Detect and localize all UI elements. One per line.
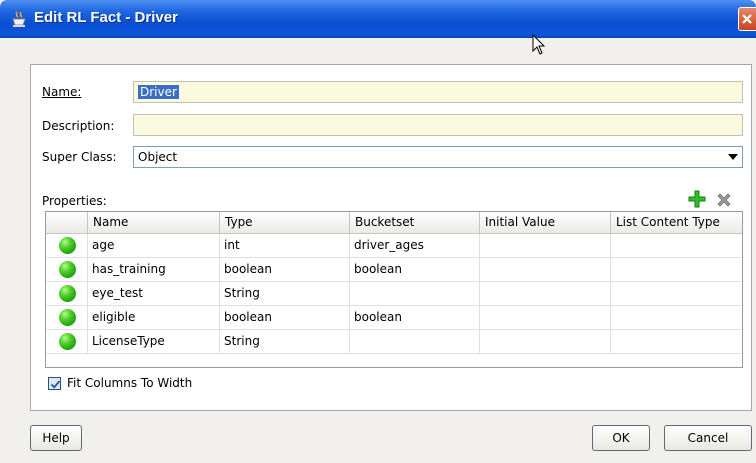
table-header: Name Type Bucketset Initial Value List C… — [46, 212, 742, 234]
cell-list-content-type[interactable] — [611, 234, 742, 258]
coffee-cup-icon — [10, 10, 28, 28]
cell-list-content-type[interactable] — [611, 330, 742, 354]
column-header-status — [46, 212, 88, 234]
column-header-type[interactable]: Type — [220, 212, 350, 234]
status-ball-icon — [59, 261, 76, 278]
cell-name[interactable]: eye_test — [88, 282, 220, 306]
fit-columns-checkbox[interactable] — [48, 377, 61, 390]
cell-bucketset[interactable]: driver_ages — [350, 234, 480, 258]
superclass-value: Object — [138, 150, 178, 164]
description-field[interactable] — [133, 114, 743, 136]
properties-table: Name Type Bucketset Initial Value List C… — [45, 211, 743, 368]
close-icon — [742, 14, 752, 24]
cell-initial-value[interactable] — [480, 330, 611, 354]
cell-type[interactable]: String — [220, 282, 350, 306]
description-label: Description: — [42, 119, 115, 133]
ok-button[interactable]: OK — [592, 425, 650, 451]
cell-bucketset[interactable]: boolean — [350, 258, 480, 282]
properties-panel: Name: Driver Description: Super Class: O… — [30, 64, 752, 411]
properties-label: Properties: — [42, 194, 107, 208]
table-row[interactable]: LicenseType String — [46, 330, 742, 354]
mouse-cursor-icon — [532, 33, 546, 59]
cell-initial-value[interactable] — [480, 306, 611, 330]
table-row[interactable]: has_training boolean boolean — [46, 258, 742, 282]
status-ball-icon — [59, 309, 76, 326]
cell-bucketset[interactable]: boolean — [350, 306, 480, 330]
cell-name[interactable]: eligible — [88, 306, 220, 330]
cell-type[interactable]: boolean — [220, 306, 350, 330]
help-button[interactable]: Help — [30, 425, 82, 451]
add-icon[interactable] — [688, 190, 706, 211]
cell-list-content-type[interactable] — [611, 258, 742, 282]
cell-name[interactable]: age — [88, 234, 220, 258]
checkmark-icon — [50, 380, 61, 389]
window-title: Edit RL Fact - Driver — [34, 9, 178, 26]
cell-list-content-type[interactable] — [611, 306, 742, 330]
name-label: Name: — [42, 85, 82, 99]
table-row[interactable]: eligible boolean boolean — [46, 306, 742, 330]
cell-initial-value[interactable] — [480, 282, 611, 306]
column-header-initial-value[interactable]: Initial Value — [480, 212, 611, 234]
close-button[interactable] — [738, 7, 756, 31]
table-row[interactable]: age int driver_ages — [46, 234, 742, 258]
name-value: Driver — [138, 85, 179, 99]
column-header-bucketset[interactable]: Bucketset — [350, 212, 480, 234]
status-ball-icon — [59, 285, 76, 302]
fit-columns-label[interactable]: Fit Columns To Width — [67, 376, 192, 390]
cell-type[interactable]: String — [220, 330, 350, 354]
cell-bucketset[interactable] — [350, 282, 480, 306]
column-header-list-content-type[interactable]: List Content Type — [611, 212, 742, 234]
status-ball-icon — [59, 333, 76, 350]
cell-list-content-type[interactable] — [611, 282, 742, 306]
cancel-button[interactable]: Cancel — [664, 425, 752, 451]
superclass-label: Super Class: — [42, 150, 117, 164]
column-header-name[interactable]: Name — [88, 212, 220, 234]
cell-initial-value[interactable] — [480, 258, 611, 282]
cell-initial-value[interactable] — [480, 234, 611, 258]
name-field[interactable]: Driver — [133, 81, 743, 103]
cell-name[interactable]: LicenseType — [88, 330, 220, 354]
chevron-down-icon — [728, 154, 738, 160]
title-bar[interactable]: Edit RL Fact - Driver — [0, 0, 756, 38]
edit-rl-fact-dialog: Edit RL Fact - Driver Name: Driver Descr… — [0, 0, 756, 463]
cell-type[interactable]: int — [220, 234, 350, 258]
superclass-select[interactable]: Object — [133, 146, 743, 168]
status-ball-icon — [59, 237, 76, 254]
cell-type[interactable]: boolean — [220, 258, 350, 282]
table-row[interactable]: eye_test String — [46, 282, 742, 306]
cell-name[interactable]: has_training — [88, 258, 220, 282]
delete-icon[interactable] — [716, 192, 732, 211]
cell-bucketset[interactable] — [350, 330, 480, 354]
